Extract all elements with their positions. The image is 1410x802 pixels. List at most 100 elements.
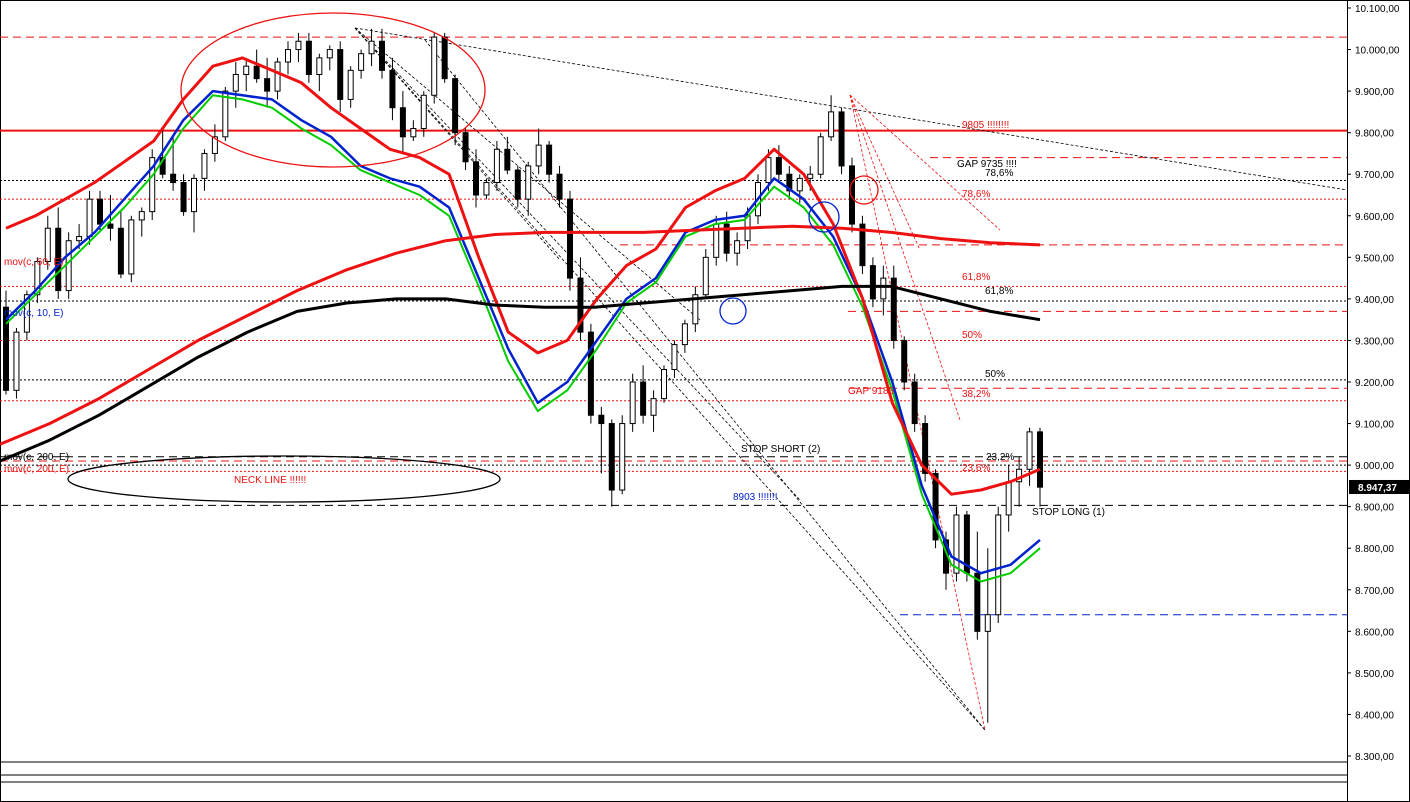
candle-body — [598, 414, 605, 425]
annotation-stop-long: STOP LONG (1) — [1032, 507, 1105, 518]
annotation-stop-short: STOP SHORT (2) — [741, 444, 820, 455]
candle-body — [191, 177, 197, 213]
candle-body — [514, 169, 521, 200]
annotation-fib-786-red: 78,6% — [962, 189, 990, 200]
candle-body — [305, 40, 312, 75]
candle-body — [567, 198, 573, 279]
candle-body — [671, 344, 678, 371]
annotation-level-8903: 8903 !!!!!!! — [733, 492, 777, 503]
annotation-fib-618-red: 61,8% — [962, 272, 990, 283]
candle-body — [629, 381, 636, 425]
candle-body — [431, 36, 438, 96]
candle-body — [796, 177, 803, 192]
annotation-gap-9185: GAP 9185 — [848, 386, 894, 397]
annotation-fib-618-black: 61,8% — [985, 286, 1013, 297]
candle-body — [76, 236, 83, 242]
candle-body — [326, 49, 333, 59]
current-price-label: 8.947,37 — [1358, 483, 1397, 494]
tick-label: 8.800,00 — [1355, 544, 1394, 555]
candle-body — [1037, 431, 1043, 488]
candle-body — [399, 107, 406, 138]
tick-label: 10.000,00 — [1355, 46, 1400, 57]
annotation-ma10-label: mov(c, 10, E) — [4, 308, 63, 319]
candle-body — [765, 157, 772, 184]
candle-body — [86, 198, 93, 238]
candle-body — [483, 182, 490, 196]
candle-body — [1005, 481, 1012, 516]
tick-label: 9.000,00 — [1355, 461, 1394, 472]
candle-body — [107, 223, 114, 229]
tick-label: 9.700,00 — [1355, 170, 1394, 181]
annotation-ma200-label: mov(c, 200, E) — [4, 452, 69, 463]
candle-body — [128, 219, 135, 275]
candle-body — [901, 339, 908, 383]
tick-label: 8.400,00 — [1355, 710, 1394, 721]
candle-body — [1026, 431, 1033, 470]
candle-body — [441, 36, 448, 80]
candle-body — [504, 148, 511, 171]
candle-body — [253, 65, 260, 80]
candle-body — [493, 148, 500, 184]
annotation-fib-786-black: 78,6% — [985, 168, 1013, 179]
candle-body — [138, 211, 145, 221]
tick-label: 8.700,00 — [1355, 586, 1394, 597]
annotation-neck-line: NECK LINE !!!!!! — [234, 475, 306, 486]
candle-body — [473, 161, 479, 196]
candle-body — [410, 128, 417, 138]
candle-body — [828, 111, 835, 138]
candle-body — [452, 78, 459, 134]
candle-body — [274, 61, 281, 92]
candle-body — [347, 69, 354, 100]
candle-body — [389, 69, 396, 109]
candle-body — [243, 65, 250, 75]
candle-body — [619, 423, 626, 491]
tick-label: 8.500,00 — [1355, 669, 1394, 680]
candle-body — [974, 572, 981, 632]
annotation-fib-236-black: 23,2% — [986, 452, 1014, 463]
candle-body — [546, 144, 553, 175]
tick-label: 9.200,00 — [1355, 378, 1394, 389]
candle-body — [13, 331, 20, 391]
candle-body — [817, 136, 824, 175]
candle-body — [556, 173, 563, 200]
candle-body — [379, 40, 385, 71]
candle-body — [201, 152, 208, 179]
tick-label: 9.500,00 — [1355, 253, 1394, 264]
candle-body — [608, 423, 615, 491]
price-chart[interactable]: 9805 !!!!!!!!GAP 9735 !!!!78,6%78,6%61,8… — [0, 0, 1410, 802]
candle-body — [525, 165, 532, 200]
candle-body — [117, 227, 124, 275]
candle-body — [97, 198, 103, 225]
tick-label: 8.300,00 — [1355, 752, 1394, 763]
annotation-fib-50-black: 50% — [985, 369, 1005, 380]
candle-body — [661, 369, 667, 400]
annotation-fib-382: 38,2% — [962, 389, 990, 400]
candle-body — [702, 256, 709, 296]
candle-body — [953, 514, 960, 574]
tick-label: 9.800,00 — [1355, 129, 1394, 140]
candle-body — [180, 182, 187, 213]
candle-body — [838, 111, 845, 167]
tick-label: 9.900,00 — [1355, 87, 1394, 98]
candle-body — [316, 57, 323, 75]
candle-body — [869, 265, 876, 300]
candle-body — [170, 173, 177, 184]
annotation-ma200-label-b: mov(c, 200, E) — [4, 464, 69, 475]
candle-body — [650, 398, 657, 416]
candle-body — [420, 94, 427, 130]
candle-body — [285, 49, 291, 63]
tick-label: 9.600,00 — [1355, 212, 1394, 223]
candle-body — [911, 381, 918, 425]
tick-label: 8.600,00 — [1355, 627, 1394, 638]
annotation-ma60-label: mov(c, 60, E) — [4, 257, 63, 268]
candle-body — [984, 614, 991, 632]
candle-body — [232, 73, 239, 92]
candle-body — [681, 323, 688, 346]
tick-label: 9.300,00 — [1355, 336, 1394, 347]
annotation-fib-236-red: 23,6% — [962, 463, 990, 474]
candle-body — [65, 240, 72, 292]
annotation-fib-50-red: 50% — [962, 330, 982, 341]
candle-body — [264, 78, 271, 92]
candle-body — [295, 40, 302, 51]
tick-label: 9.400,00 — [1355, 295, 1394, 306]
